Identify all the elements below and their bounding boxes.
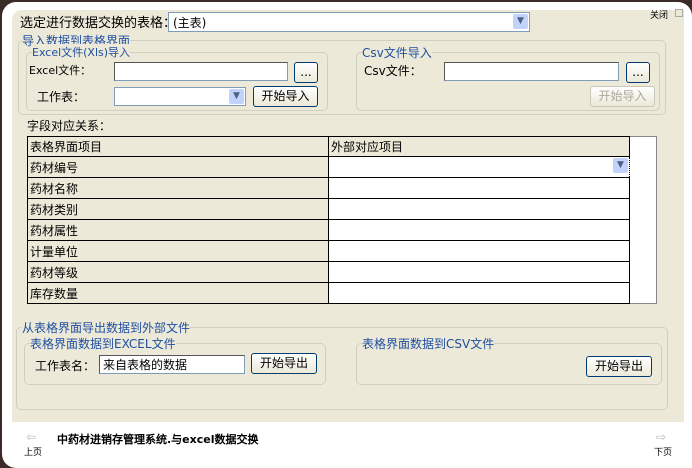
- field-name: 计量单位: [27, 240, 329, 262]
- export-sheet-label: 工作表名：: [35, 359, 96, 373]
- mapping-table: 表格界面项目 外部对应项目 药材编号 ▼ 药材名称 药材类别 药材属性 计量单位 药…: [27, 136, 630, 304]
- excel-file-input[interactable]: [114, 62, 288, 81]
- start-export-excel-button[interactable]: 开始导出: [251, 353, 317, 374]
- csv-file-label: Csv文件：: [364, 64, 422, 78]
- excel-import-title: Excel文件(Xls)导入: [32, 44, 131, 60]
- mapping-cell[interactable]: [328, 219, 630, 241]
- chevron-down-icon: ▼: [613, 158, 628, 173]
- start-import-csv-button: 开始导入: [590, 86, 655, 107]
- csv-file-input[interactable]: [444, 62, 619, 81]
- field-name: 药材编号: [27, 156, 329, 178]
- table-row[interactable]: 计量单位: [27, 240, 630, 262]
- field-name: 药材名称: [27, 177, 329, 199]
- mapping-label: 字段对应关系：: [27, 119, 112, 133]
- start-export-csv-button[interactable]: 开始导出: [586, 356, 652, 377]
- export-title: 从表格界面导出数据到外部文件: [22, 319, 191, 336]
- table-row[interactable]: 库存数量: [27, 282, 630, 304]
- chevron-down-icon: ▼: [513, 14, 528, 29]
- close-button[interactable]: 关闭: [634, 4, 684, 24]
- mapping-cell[interactable]: [328, 282, 630, 304]
- prev-arrow-icon[interactable]: ⇦: [26, 430, 36, 444]
- mapping-cell[interactable]: [328, 240, 630, 262]
- table-header-row: 表格界面项目 外部对应项目: [27, 136, 630, 157]
- table-row[interactable]: 药材类别: [27, 198, 630, 220]
- sheet-select[interactable]: ▼: [114, 87, 246, 106]
- csv-browse-button[interactable]: ...: [626, 62, 650, 83]
- table-select[interactable]: (主表) ▼: [168, 12, 530, 32]
- csv-export-title: 表格界面数据到CSV文件: [362, 335, 495, 352]
- start-import-excel-button[interactable]: 开始导入: [253, 86, 318, 107]
- excel-export-title: 表格界面数据到EXCEL文件: [30, 335, 176, 352]
- field-name: 药材等级: [27, 261, 329, 283]
- next-arrow-icon[interactable]: ⇨: [656, 430, 666, 444]
- close-icon: [675, 9, 683, 17]
- footer-title: 中药材进销存管理系统.与excel数据交换: [57, 433, 259, 446]
- mapping-cell[interactable]: [328, 198, 630, 220]
- mapping-select[interactable]: ▼: [328, 156, 630, 178]
- column-header: 外部对应项目: [328, 136, 630, 157]
- table-row[interactable]: 药材编号 ▼: [27, 156, 630, 178]
- prev-page-link[interactable]: 上页: [24, 445, 42, 458]
- mapping-cell[interactable]: [328, 261, 630, 283]
- field-name: 库存数量: [27, 282, 329, 304]
- table-row[interactable]: 药材名称: [27, 177, 630, 199]
- field-name: 药材属性: [27, 219, 329, 241]
- sheet-label: 工作表：: [37, 90, 86, 104]
- excel-file-label: Excel文件：: [29, 64, 92, 77]
- table-row[interactable]: 药材属性: [27, 219, 630, 241]
- field-name: 药材类别: [27, 198, 329, 220]
- column-header: 表格界面项目: [27, 136, 329, 157]
- table-select-label: 选定进行数据交换的表格：: [20, 16, 177, 31]
- close-label: 关闭: [650, 11, 669, 21]
- excel-browse-button[interactable]: ...: [294, 62, 318, 83]
- table-select-value: (主表): [173, 16, 207, 30]
- chevron-down-icon: ▼: [229, 89, 244, 104]
- export-sheet-input[interactable]: [99, 355, 245, 374]
- mapping-cell[interactable]: [328, 177, 630, 199]
- table-row[interactable]: 药材等级: [27, 261, 630, 283]
- next-page-link[interactable]: 下页: [654, 445, 672, 458]
- csv-import-title: Csv文件导入: [362, 44, 432, 61]
